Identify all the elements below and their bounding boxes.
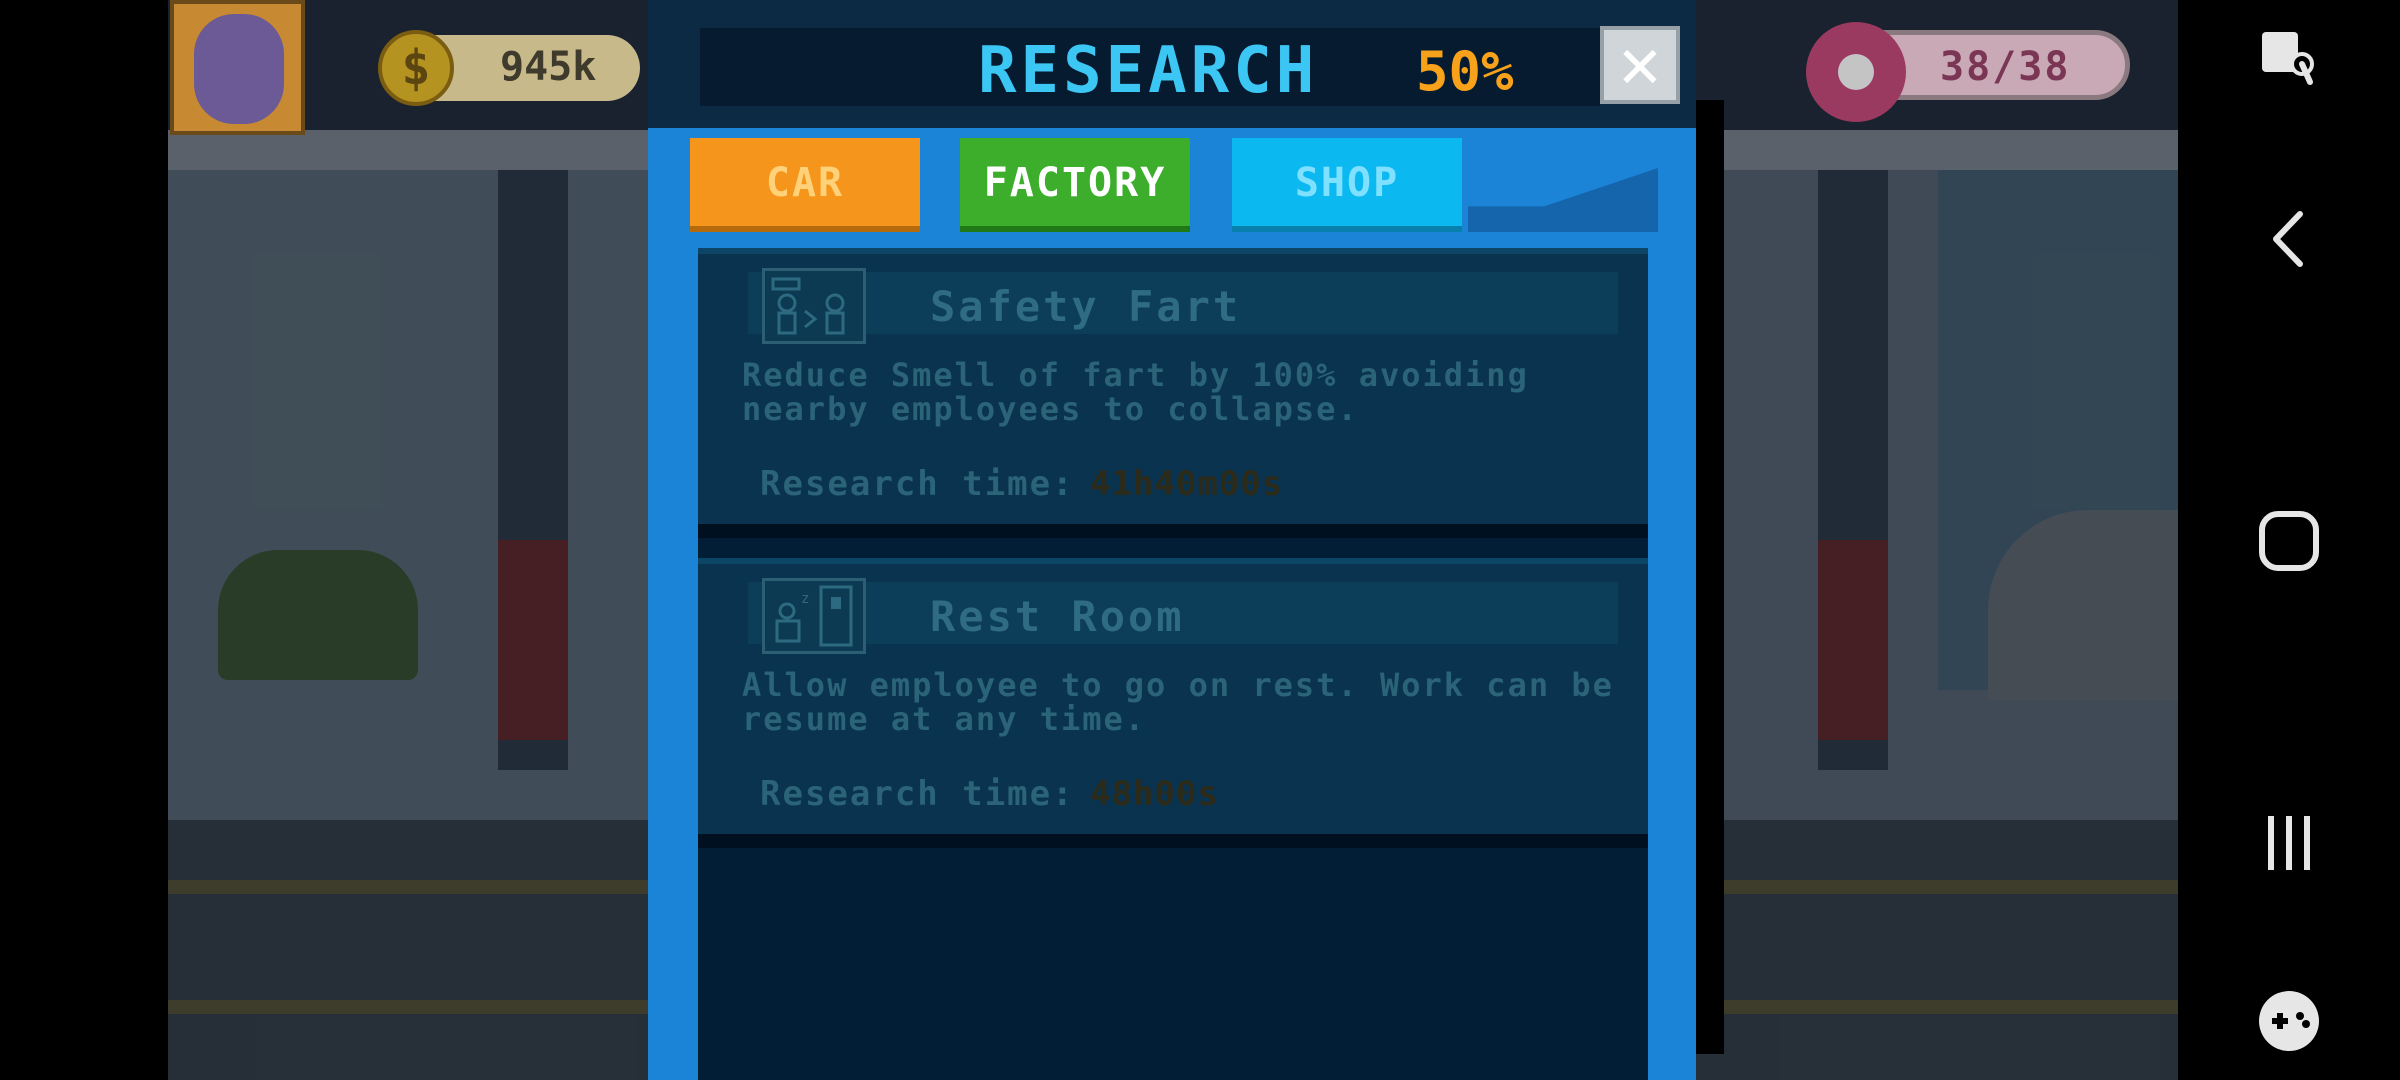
pet-icon xyxy=(194,14,284,124)
coin-value: 945k xyxy=(500,44,597,90)
research-item-title: Rest Room xyxy=(930,592,1185,641)
home-icon[interactable] xyxy=(2248,500,2330,582)
fart-icon xyxy=(762,268,866,344)
research-panel: RESEARCH 50% ✕ CAR FACTORY SHOP Safety F… xyxy=(648,0,1696,1080)
research-item-description: Reduce Smell of fart by 100% avoiding ne… xyxy=(742,356,1529,428)
research-item-safety-fart[interactable]: Safety Fart Reduce Smell of fart by 100%… xyxy=(698,248,1648,538)
tab-bar-decoration xyxy=(1468,168,1658,232)
close-button[interactable]: ✕ xyxy=(1600,26,1680,104)
rest-room-icon: z xyxy=(762,578,866,654)
research-item-title: Safety Fart xyxy=(930,282,1242,331)
research-list[interactable]: Safety Fart Reduce Smell of fart by 100%… xyxy=(698,248,1648,1080)
research-item-description: Allow employee to go on rest. Work can b… xyxy=(742,666,1614,738)
research-time-label: Research time: xyxy=(760,464,1075,504)
research-item-rest-room[interactable]: z Rest Room Allow employee to go on rest… xyxy=(698,558,1648,848)
tab-car[interactable]: CAR xyxy=(690,138,920,232)
coin-icon: $ xyxy=(378,30,454,106)
research-header: RESEARCH 50% ✕ xyxy=(648,0,1696,128)
close-icon: ✕ xyxy=(1618,22,1662,104)
panel-shadow xyxy=(1696,100,1724,1054)
player-avatar[interactable] xyxy=(170,0,305,135)
game-controller-icon[interactable] xyxy=(2248,980,2330,1062)
system-nav-bar xyxy=(2178,0,2400,1080)
research-time-value: 41h40m00s xyxy=(1090,464,1284,504)
research-time-label: Research time: xyxy=(760,774,1075,814)
svg-text:z: z xyxy=(801,591,809,607)
research-progress: 50% xyxy=(1416,40,1514,103)
research-title: RESEARCH xyxy=(978,34,1319,108)
recents-icon[interactable] xyxy=(2248,802,2330,884)
research-time-value: 48h00s xyxy=(1090,774,1219,814)
energy-value: 38/38 xyxy=(1940,44,2071,90)
donut-icon xyxy=(1806,22,1906,122)
tab-factory[interactable]: FACTORY xyxy=(960,138,1190,232)
tab-shop[interactable]: SHOP xyxy=(1232,138,1462,232)
accessibility-icon[interactable] xyxy=(2248,16,2330,98)
back-icon[interactable] xyxy=(2248,198,2330,280)
